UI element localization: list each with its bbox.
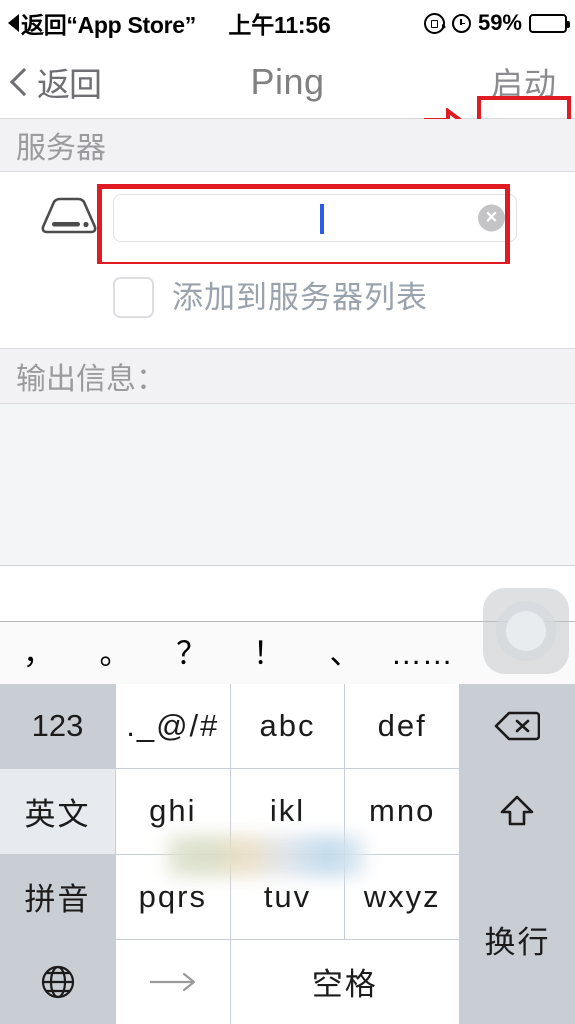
key-ghi[interactable]: ghi [116,769,230,854]
status-bar: 返回“App Store” 上午11:56 59% [0,0,575,46]
section-header-server-label: 服务器 [16,132,106,165]
assistive-touch-icon[interactable] [483,588,569,674]
next-arrow-icon [149,972,195,991]
key-jkl-label: ikl [269,793,306,829]
key-ghi-label: ghi [149,793,197,829]
key-english-mode[interactable]: 英文 [0,769,115,854]
add-to-server-list-label: 添加到服务器列表 [172,280,428,315]
shift-icon [501,796,534,826]
backspace-icon [495,711,541,741]
globe-icon [41,965,74,998]
add-to-server-list-checkbox[interactable] [113,277,154,318]
key-mno[interactable]: mno [345,769,459,854]
alarm-icon [451,13,471,33]
output-text-area[interactable] [0,404,575,566]
punct-key-comma[interactable]: ， [0,638,77,669]
key-pinyin-mode[interactable]: 拼音 [0,854,115,939]
key-def-label: def [377,708,427,744]
add-to-server-list-row[interactable]: 添加到服务器列表 [0,264,575,346]
key-123[interactable]: 123 [0,684,115,769]
key-next[interactable] [116,939,230,1024]
server-input-row: × [0,172,575,264]
key-tuv-label: tuv [263,878,312,914]
key-symbols[interactable]: ._@/# [116,684,230,769]
section-header-output-label: 输出信息： [16,363,166,396]
text-caret [320,204,324,234]
key-abc-label: abc [259,708,316,744]
key-wxyz[interactable]: wxyz [345,854,459,939]
key-jkl[interactable]: ikl [230,769,345,854]
rotation-lock-icon [423,12,446,34]
battery-icon [529,13,570,33]
start-button[interactable]: 启动 [485,57,563,107]
key-mno-label: mno [369,793,436,829]
key-space[interactable]: 空格 [230,939,459,1024]
key-abc[interactable]: abc [230,684,345,769]
key-english-mode-label: 英文 [24,796,91,832]
key-pqrs[interactable]: pqrs [116,854,230,939]
key-backspace[interactable] [459,684,575,769]
status-bar-indicators: 59% [423,10,570,36]
section-header-server: 服务器 [0,119,575,172]
iphone-screen: 返回“App Store” 上午11:56 59% 返回 Ping 启动 服务器 [0,0,575,1024]
key-pinyin-mode-label: 拼音 [24,882,91,918]
server-address-input[interactable]: × [113,194,517,242]
punct-key-period[interactable]: 。 [77,638,154,669]
assistive-touch-ring-outer [496,601,556,661]
punct-key-enumeration[interactable]: 、 [307,638,384,669]
key-def[interactable]: def [345,684,459,769]
clear-icon[interactable]: × [478,204,505,232]
section-header-output: 输出信息： [0,348,575,404]
key-symbols-label: ._@/# [126,708,220,744]
punct-key-exclamation[interactable]: ！ [230,638,307,669]
battery-percent-label: 59% [477,10,522,35]
server-disk-icon [41,197,97,234]
key-shift[interactable] [459,769,575,854]
navigation-bar: 返回 Ping 启动 [0,46,575,156]
key-pqrs-label: pqrs [138,878,207,914]
punct-key-question[interactable]: ？ [153,638,230,669]
punct-key-ellipsis[interactable]: …… [383,638,460,669]
assistive-touch-ring-inner [506,611,546,651]
key-return-label: 换行 [484,924,551,960]
key-123-label: 123 [31,708,84,744]
key-tuv[interactable]: tuv [230,854,345,939]
key-wxyz-label: wxyz [363,878,441,914]
keyboard: 123 ._@/# abc def 英文 ghi ikl mno 拼音 pqrs… [0,684,575,1024]
key-return[interactable]: 换行 [459,854,575,1024]
key-space-label: 空格 [311,967,378,1003]
key-globe[interactable] [0,939,115,1024]
